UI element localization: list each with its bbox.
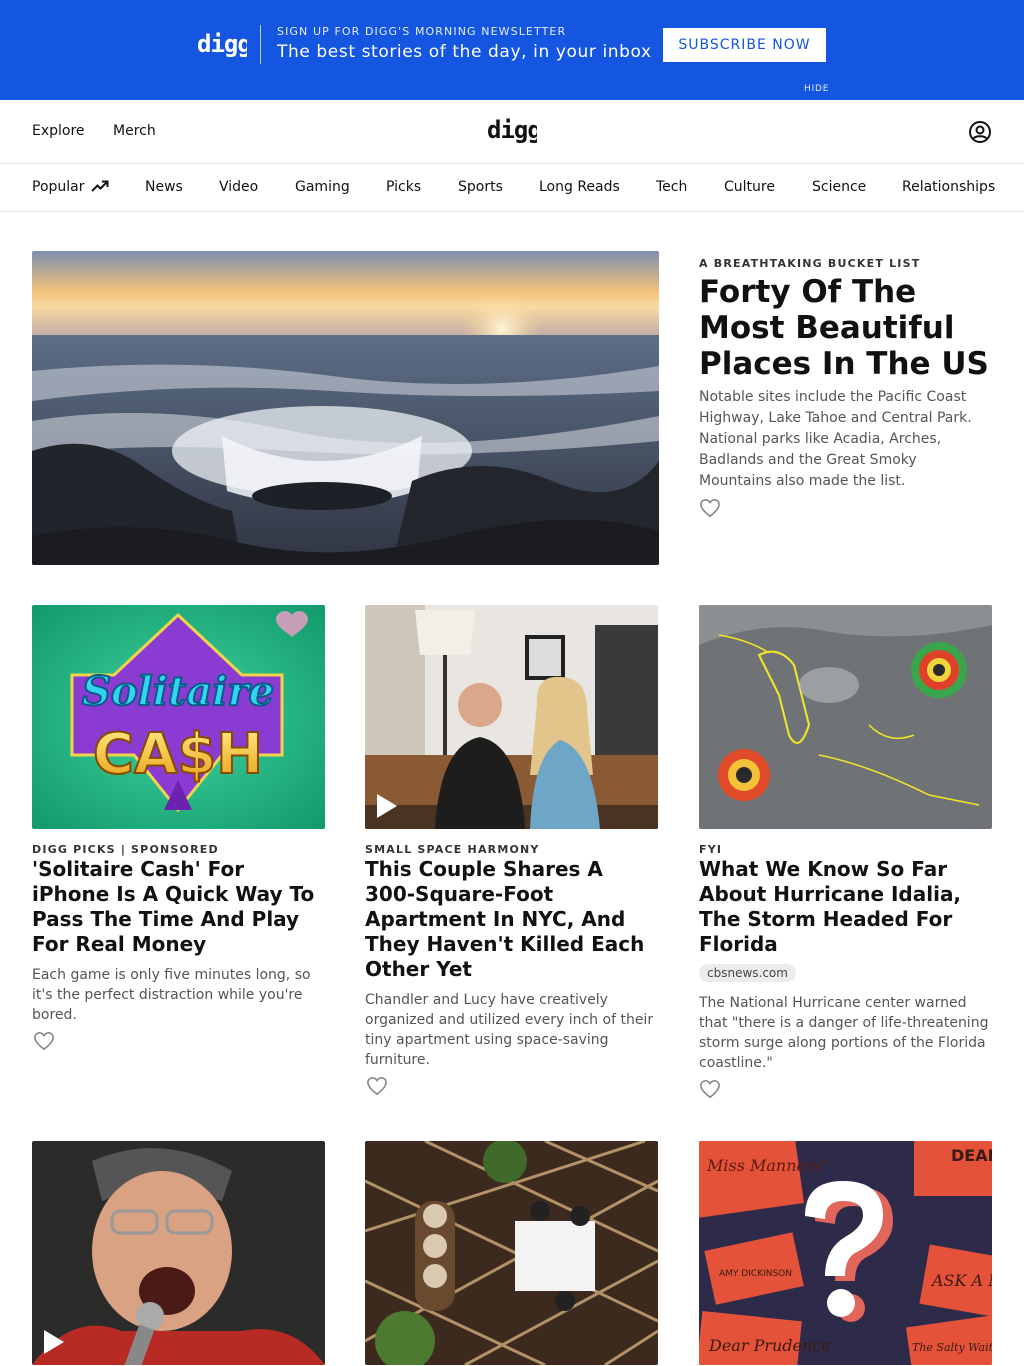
svg-text:The Salty Waitress: The Salty Waitress — [912, 1341, 992, 1354]
svg-text:Solitaire: Solitaire — [82, 668, 274, 715]
man-singing-microphone-video-image — [32, 1141, 325, 1365]
banner-divider — [260, 25, 261, 64]
svg-text:ASK A M: ASK A M — [930, 1271, 992, 1290]
card-kicker: FYI — [699, 843, 723, 856]
card-image[interactable] — [32, 1141, 325, 1365]
svg-text:Dear Prudence: Dear Prudence — [708, 1336, 831, 1355]
tab-science[interactable]: Science — [812, 179, 866, 195]
play-icon[interactable] — [375, 793, 399, 819]
tab-popular[interactable]: Popular — [32, 179, 109, 195]
hide-banner-link[interactable]: HIDE — [804, 84, 829, 94]
heart-icon[interactable] — [33, 1031, 55, 1051]
tab-picks[interactable]: Picks — [386, 179, 421, 195]
user-circle-icon[interactable] — [968, 120, 992, 144]
tab-popular-label: Popular — [32, 179, 85, 195]
card-description: Each game is only five minutes long, so … — [32, 967, 311, 1023]
nav-merch[interactable]: Merch — [113, 123, 156, 139]
couple-on-couch-video-image — [365, 605, 658, 829]
category-nav: Popular News Video Gaming Picks Sports L… — [0, 164, 1024, 212]
card-kicker: SMALL SPACE HARMONY — [365, 843, 540, 856]
card-image[interactable]: Solitaire CA$H — [32, 605, 325, 829]
card-title[interactable]: This Couple Shares A 300-Square-Foot Apa… — [365, 857, 658, 982]
play-icon[interactable] — [42, 1329, 66, 1355]
svg-text:digg: digg — [197, 30, 247, 58]
tab-gaming[interactable]: Gaming — [295, 179, 350, 195]
svg-text:CA$H: CA$H — [93, 722, 263, 787]
tab-relationships[interactable]: Relationships — [902, 179, 995, 195]
heart-icon[interactable] — [699, 498, 721, 518]
card-image[interactable] — [699, 605, 992, 829]
nav-explore[interactable]: Explore — [32, 123, 85, 139]
tab-video[interactable]: Video — [219, 179, 258, 195]
tab-sports[interactable]: Sports — [458, 179, 503, 195]
tab-tech[interactable]: Tech — [656, 179, 687, 195]
hurricane-satellite-map-image — [699, 605, 992, 829]
card-title[interactable]: What We Know So Far About Hurricane Idal… — [699, 857, 992, 957]
restaurant-overhead-image — [365, 1141, 658, 1365]
heart-icon[interactable] — [366, 1076, 388, 1096]
svg-text:Miss Manners': Miss Manners' — [706, 1156, 826, 1175]
solitaire-cash-logo-image: Solitaire CA$H — [32, 605, 325, 829]
card-description: The National Hurricane center warned tha… — [699, 995, 989, 1071]
card-image[interactable]: Miss Manners' DEAR ABBY AMY DICKINSON AS… — [699, 1141, 992, 1365]
svg-text:AMY DICKINSON: AMY DICKINSON — [719, 1269, 792, 1279]
hero-description: Notable sites include the Pacific Coast … — [699, 389, 972, 489]
card-kicker: DIGG PICKS | SPONSORED — [32, 843, 219, 856]
digg-logo: digg — [197, 30, 247, 58]
digg-logo[interactable]: digg — [487, 116, 537, 146]
hero-title[interactable]: Forty Of The Most Beautiful Places In Th… — [699, 274, 999, 382]
newsletter-banner: digg SIGN UP FOR DIGG'S MORNING NEWSLETT… — [0, 0, 1024, 100]
banner-tagline: The best stories of the day, in your inb… — [277, 42, 652, 62]
card-title[interactable]: 'Solitaire Cash' For iPhone Is A Quick W… — [32, 857, 325, 957]
hero-kicker: A BREATHTAKING BUCKET LIST — [699, 257, 921, 270]
heart-icon[interactable] — [699, 1079, 721, 1099]
hero-image[interactable] — [32, 251, 659, 565]
subscribe-button[interactable]: SUBSCRIBE NOW — [663, 28, 826, 62]
card-image[interactable] — [365, 1141, 658, 1365]
trending-up-icon — [90, 180, 108, 192]
tab-long-reads[interactable]: Long Reads — [539, 179, 620, 195]
tab-news[interactable]: News — [145, 179, 183, 195]
question-mark-collage-image: Miss Manners' DEAR ABBY AMY DICKINSON AS… — [699, 1141, 992, 1365]
card-description: Chandler and Lucy have creatively organi… — [365, 992, 654, 1068]
tab-culture[interactable]: Culture — [724, 179, 775, 195]
ocean-sunset-waterfall-image — [32, 251, 659, 565]
svg-text:DEAR ABBY: DEAR ABBY — [951, 1146, 992, 1165]
card-image[interactable] — [365, 605, 658, 829]
source-link[interactable]: cbsnews.com — [699, 964, 796, 982]
banner-kicker: SIGN UP FOR DIGG'S MORNING NEWSLETTER — [277, 25, 567, 38]
svg-text:digg: digg — [487, 116, 537, 144]
